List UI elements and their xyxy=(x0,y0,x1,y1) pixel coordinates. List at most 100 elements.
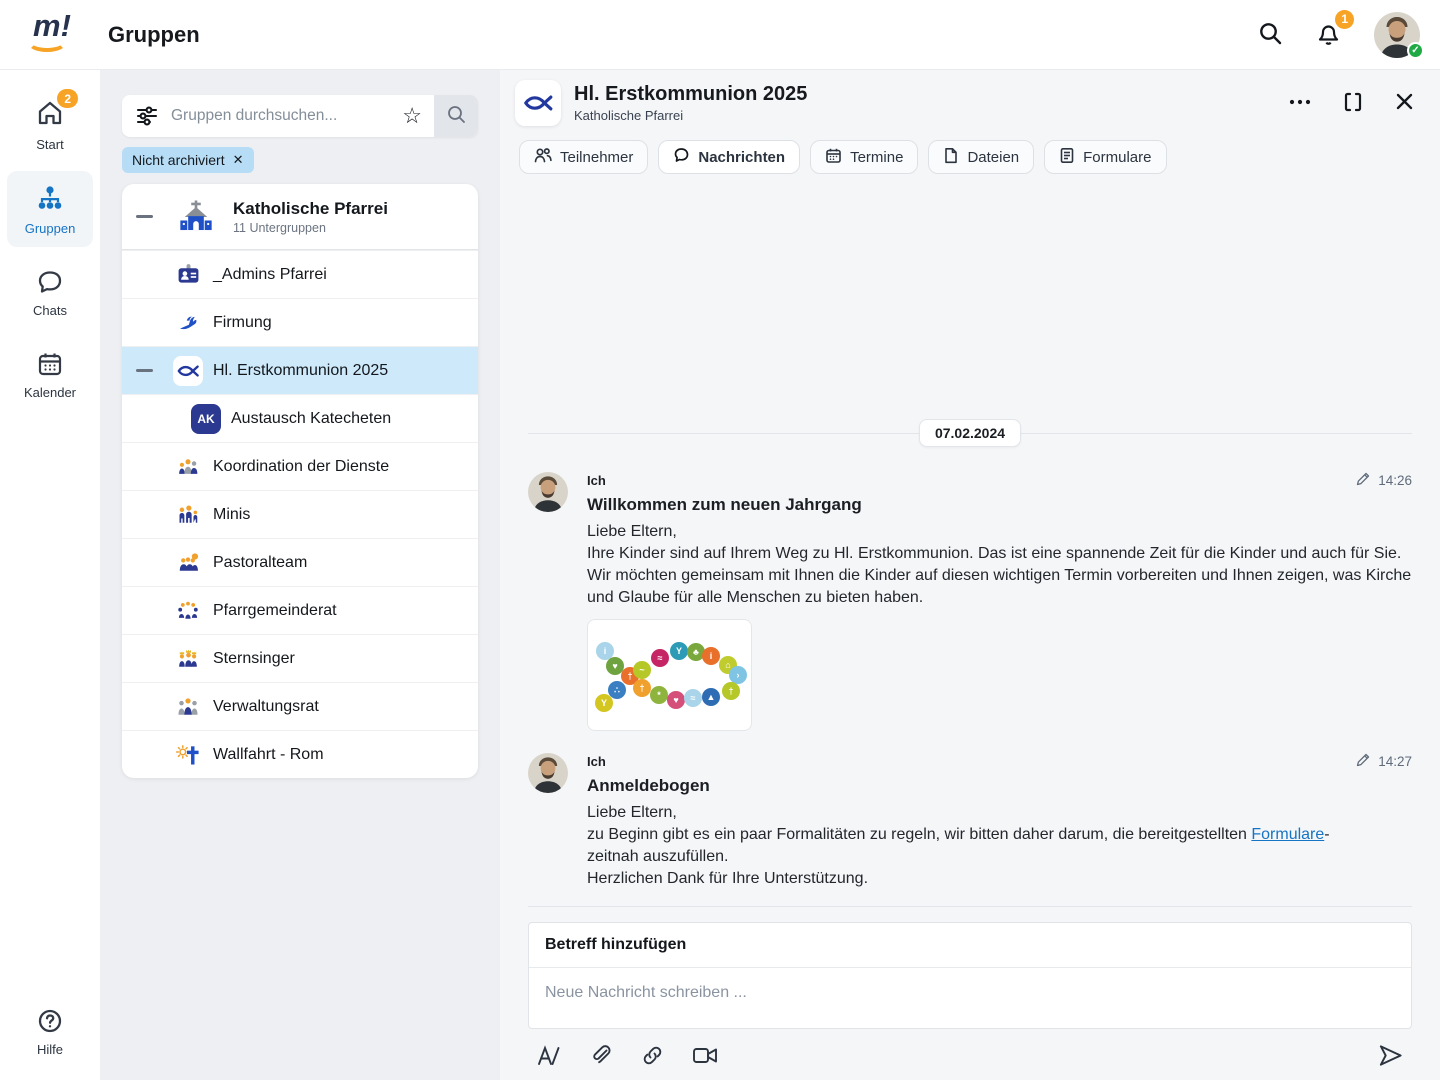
symbol-circle: * xyxy=(650,686,668,704)
sender-avatar xyxy=(528,472,568,512)
form-icon xyxy=(1059,147,1075,168)
symbol-circle: ~ xyxy=(633,661,651,679)
sidebar-item-gruppen[interactable]: Gruppen xyxy=(7,171,93,247)
edited-pencil-icon xyxy=(1356,472,1370,489)
video-camera-icon xyxy=(692,1043,719,1071)
subject-input[interactable] xyxy=(529,923,1411,968)
group-tree-card: Katholische Pfarrei 11 Untergruppen _Adm… xyxy=(122,184,478,778)
group-list-panel: ☆ Nicht archiviert ✕ xyxy=(100,70,500,1080)
close-icon xyxy=(1394,91,1415,115)
message-time: 14:27 xyxy=(1378,754,1412,769)
message-text: Liebe Eltern, Ihre Kinder sind auf Ihrem… xyxy=(587,521,1412,609)
group-row-hl-erstkommunion-2025[interactable]: Hl. Erstkommunion 2025 xyxy=(122,346,478,394)
filter-sliders-icon xyxy=(135,103,159,130)
date-separator: 07.02.2024 xyxy=(528,416,1412,450)
group-row-pastoralteam[interactable]: Pastoralteam xyxy=(122,538,478,586)
send-message-button[interactable] xyxy=(1377,1042,1404,1072)
new-message-input[interactable] xyxy=(529,968,1411,1028)
tab-formulare[interactable]: Formulare xyxy=(1044,140,1166,174)
chip-close-icon[interactable]: ✕ xyxy=(233,152,244,168)
family-icon xyxy=(173,500,203,530)
help-icon xyxy=(36,1007,64,1035)
sidebar-nav: 2 Start Gruppen Chats Kalender xyxy=(0,70,100,1080)
filter-chip-nicht-archiviert[interactable]: Nicht archiviert ✕ xyxy=(122,147,254,173)
group-row-minis[interactable]: Minis xyxy=(122,490,478,538)
group-row-firmung[interactable]: Firmung xyxy=(122,298,478,346)
message-title: Anmeldebogen xyxy=(587,776,1412,796)
more-options-button[interactable] xyxy=(1288,90,1312,117)
group-search-bar: ☆ xyxy=(122,95,478,137)
sidebar-item-chats[interactable]: Chats xyxy=(7,255,93,329)
global-search-button[interactable] xyxy=(1257,20,1283,49)
symbol-circle: ≈ xyxy=(651,649,669,667)
message-attachment-image[interactable]: i♥†~≈Y♣i⌂›∴†*♥≈▲†Y xyxy=(587,619,752,731)
filter-button[interactable] xyxy=(122,103,169,130)
notification-badge: 1 xyxy=(1335,10,1354,29)
start-badge: 2 xyxy=(57,89,78,108)
expand-brackets-icon xyxy=(1342,91,1364,116)
date-chip: 07.02.2024 xyxy=(919,419,1021,447)
participants-icon xyxy=(534,147,552,167)
symbol-circle: i xyxy=(702,647,720,665)
collapse-minus-icon[interactable] xyxy=(136,215,153,218)
ellipsis-icon xyxy=(1288,90,1312,117)
tab-termine[interactable]: Termine xyxy=(810,140,918,174)
symbol-circle: ▲ xyxy=(702,688,720,706)
close-panel-button[interactable] xyxy=(1394,91,1415,115)
search-icon xyxy=(446,104,467,128)
logo-smile-icon xyxy=(27,32,67,52)
message-item: Ich 14:27 Anmeldebogen Liebe Eltern, xyxy=(528,753,1412,890)
calendar-icon xyxy=(36,350,64,378)
paperclip-icon xyxy=(589,1043,613,1072)
tab-nachrichten[interactable]: Nachrichten xyxy=(658,140,800,174)
carol-singers-icon xyxy=(173,644,203,674)
sender-name: Ich xyxy=(587,473,606,488)
group-search-input[interactable] xyxy=(169,106,390,126)
insert-link-button[interactable] xyxy=(640,1043,665,1071)
group-row-katholische-pfarrei[interactable]: Katholische Pfarrei 11 Untergruppen xyxy=(122,184,478,250)
favorites-star-icon[interactable]: ☆ xyxy=(390,105,434,127)
formulare-link[interactable]: Formulare xyxy=(1251,826,1324,843)
attach-file-button[interactable] xyxy=(589,1043,613,1072)
expand-button[interactable] xyxy=(1342,91,1364,116)
group-row-wallfahrt-rom[interactable]: Wallfahrt - Rom xyxy=(122,730,478,778)
group-name: Wallfahrt - Rom xyxy=(213,746,324,764)
status-check-badge: ✓ xyxy=(1407,42,1424,59)
notifications-button[interactable]: 1 xyxy=(1315,20,1342,50)
group-name: Austausch Katecheten xyxy=(231,410,391,428)
group-row-pfarrgemeinderat[interactable]: Pfarrgemeinderat xyxy=(122,586,478,634)
app-window: m! Gruppen 1 ✓ xyxy=(0,0,1440,1080)
collapse-minus-icon[interactable] xyxy=(136,369,153,372)
symbol-circle: ♥ xyxy=(667,691,685,709)
symbol-circle: † xyxy=(722,682,740,700)
symbol-circle: Y xyxy=(670,642,688,660)
video-button[interactable] xyxy=(692,1043,719,1071)
people-group-icon xyxy=(173,452,203,482)
group-row-koordination-der-dienste[interactable]: Koordination der Dienste xyxy=(122,442,478,490)
subgroup-count: 11 Untergruppen xyxy=(233,221,388,235)
group-name: Firmung xyxy=(213,314,272,332)
group-row-admins-pfarrei[interactable]: _Admins Pfarrei xyxy=(122,250,478,298)
tab-teilnehmer[interactable]: Teilnehmer xyxy=(519,140,648,174)
group-name: Pastoralteam xyxy=(213,554,307,572)
group-name: Koordination der Dienste xyxy=(213,458,389,476)
sidebar-item-hilfe[interactable]: Hilfe xyxy=(7,994,93,1068)
sidebar-item-start[interactable]: 2 Start xyxy=(7,86,93,163)
pastoral-team-icon xyxy=(173,548,203,578)
search-submit-button[interactable] xyxy=(434,95,478,137)
symbol-circle: Y xyxy=(595,694,613,712)
sidebar-item-kalender[interactable]: Kalender xyxy=(7,337,93,411)
text-format-button[interactable] xyxy=(536,1043,562,1072)
id-card-icon xyxy=(173,260,203,290)
sender-name: Ich xyxy=(587,754,606,769)
group-row-verwaltungsrat[interactable]: Verwaltungsrat xyxy=(122,682,478,730)
group-title: Hl. Erstkommunion 2025 xyxy=(574,83,807,106)
group-row-sternsinger[interactable]: Sternsinger xyxy=(122,634,478,682)
user-avatar[interactable]: ✓ xyxy=(1374,12,1420,58)
tab-dateien[interactable]: Dateien xyxy=(928,140,1034,174)
app-logo[interactable]: m! xyxy=(23,8,77,62)
text-format-icon xyxy=(536,1043,562,1072)
calendar-icon xyxy=(825,147,842,168)
group-row-austausch-katecheten[interactable]: AK Austausch Katecheten xyxy=(122,394,478,442)
message-text: Liebe Eltern, zu Beginn gibt es ein paar… xyxy=(587,802,1412,890)
